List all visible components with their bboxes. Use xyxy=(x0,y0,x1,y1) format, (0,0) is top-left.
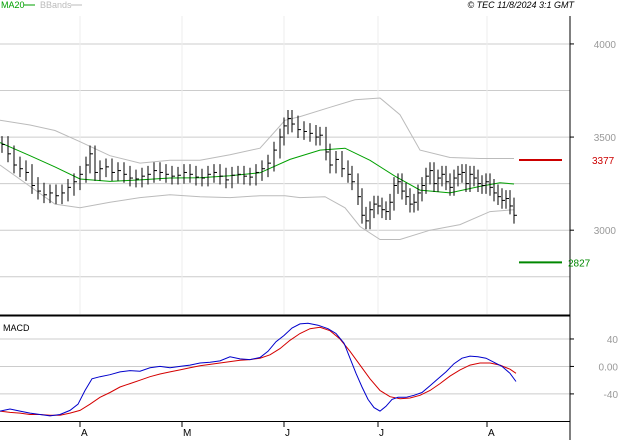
x-axis-label: A xyxy=(488,428,495,439)
x-axis-label: M xyxy=(183,428,191,439)
macd-signal-line xyxy=(0,326,517,416)
grid-lines xyxy=(0,16,570,395)
x-axis-label: A xyxy=(81,428,88,439)
price-axis-label: 3500 xyxy=(594,133,617,144)
axis-labels: 3377 2827 4000 3500 3000 40 0.00 -40 MACD A M J J A xyxy=(3,40,618,439)
bb-upper-line xyxy=(0,97,514,164)
ma-legend-label: MA20 xyxy=(1,0,25,10)
stock-chart: 3377 2827 4000 3500 3000 40 0.00 -40 MACD A M J J A M… xyxy=(0,0,618,440)
macd-axis-label: 40 xyxy=(607,335,619,346)
macd-axis-label: 0.00 xyxy=(599,362,619,373)
support-label: 2827 xyxy=(568,258,591,269)
x-axis-label: J xyxy=(379,428,384,439)
panel-frame xyxy=(0,16,574,440)
resistance-label: 3377 xyxy=(592,156,615,167)
macd-panel xyxy=(0,322,517,417)
price-panel xyxy=(0,97,562,264)
bb-legend-label: BBands xyxy=(40,0,72,10)
macd-line xyxy=(0,322,517,417)
chart-header: MA20 BBands © TEC 11/8/2024 3:1 GMT xyxy=(1,0,575,10)
copyright-timestamp: © TEC 11/8/2024 3:1 GMT xyxy=(467,0,575,10)
price-axis-label: 3000 xyxy=(594,226,617,237)
price-axis-label: 4000 xyxy=(594,40,617,51)
chart-stage: 3377 2827 4000 3500 3000 40 0.00 -40 MACD A M J J A M… xyxy=(0,0,627,440)
ma20-line xyxy=(0,142,515,194)
x-axis-label: J xyxy=(285,428,290,439)
bb-lower-line xyxy=(0,164,515,240)
macd-axis-label: -40 xyxy=(604,390,619,401)
macd-title: MACD xyxy=(3,323,30,333)
